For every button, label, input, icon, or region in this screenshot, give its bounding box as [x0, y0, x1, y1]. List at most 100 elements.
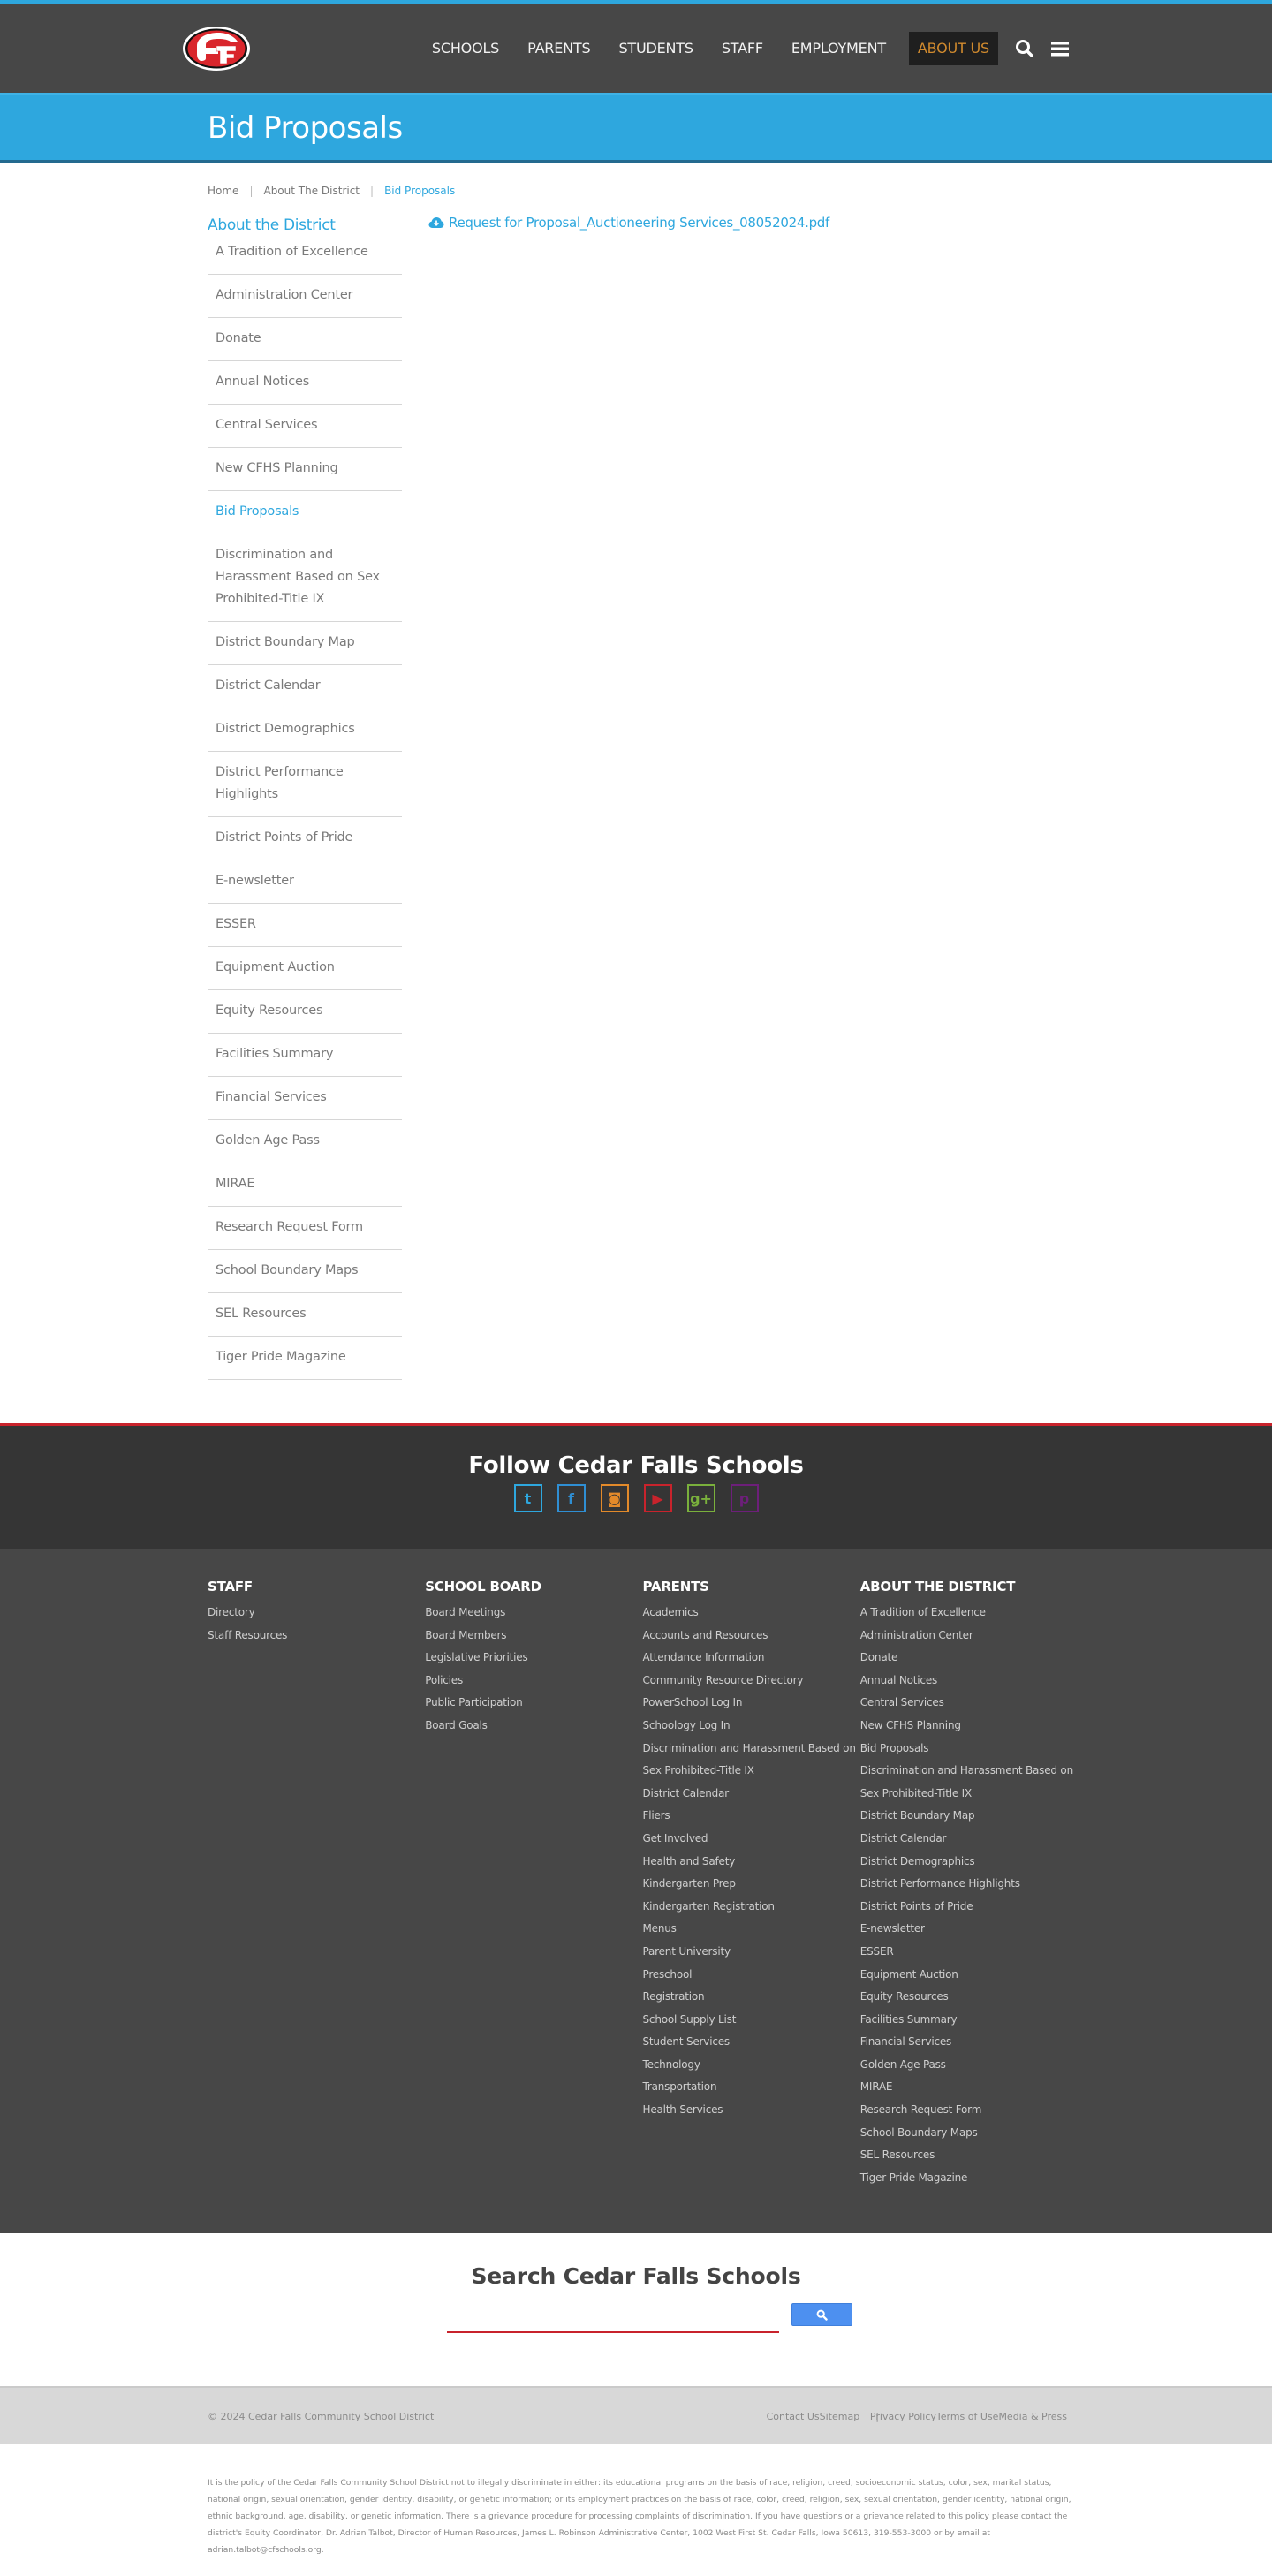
footer-link[interactable]: SEL Resources: [860, 2144, 1078, 2167]
footer-link[interactable]: Staff Resources: [208, 1625, 425, 1648]
footer-link[interactable]: Fliers: [643, 1805, 860, 1828]
sidebar-item[interactable]: School Boundary Maps: [208, 1250, 402, 1293]
footer-link[interactable]: Annual Notices: [860, 1670, 1078, 1693]
terms-of-use-link[interactable]: Terms of Use: [936, 2411, 999, 2422]
footer-link[interactable]: Preschool: [643, 1964, 860, 1987]
sidebar-item[interactable]: District Calendar: [208, 665, 402, 708]
sidebar-item[interactable]: Annual Notices: [208, 361, 402, 405]
footer-link[interactable]: A Tradition of Excellence: [860, 1602, 1078, 1625]
footer-link[interactable]: Research Request Form: [860, 2099, 1078, 2122]
footer-link[interactable]: PowerSchool Log In: [643, 1692, 860, 1715]
nav-students[interactable]: STUDENTS: [604, 32, 707, 65]
footer-link[interactable]: Financial Services: [860, 2031, 1078, 2054]
sidebar-item[interactable]: ESSER: [208, 904, 402, 947]
sidebar-item[interactable]: Financial Services: [208, 1077, 402, 1120]
sitemap-link[interactable]: Sitemap: [820, 2411, 860, 2422]
sidebar-item[interactable]: Central Services: [208, 405, 402, 448]
sidebar-item[interactable]: E-newsletter: [208, 860, 402, 904]
footer-link[interactable]: Parent University: [643, 1941, 860, 1964]
breadcrumb-about-the-district[interactable]: About The District: [263, 185, 360, 197]
footer-link[interactable]: Schoology Log In: [643, 1715, 860, 1738]
search-button[interactable]: [1007, 32, 1042, 65]
footer-link[interactable]: Get Involved: [643, 1828, 860, 1851]
nav-schools[interactable]: SCHOOLS: [418, 32, 513, 65]
sidebar-item[interactable]: Discrimination and Harassment Based on S…: [208, 534, 402, 622]
privacy-policy-link[interactable]: Privacy Policy: [870, 2411, 936, 2422]
footer-link[interactable]: Donate: [860, 1647, 1078, 1670]
footer-link[interactable]: Discrimination and Harassment Based on: [860, 1760, 1078, 1783]
footer-link[interactable]: District Boundary Map: [860, 1805, 1078, 1828]
search-submit-button[interactable]: [791, 2303, 852, 2327]
footer-link[interactable]: Public Participation: [425, 1692, 642, 1715]
footer-link[interactable]: New CFHS Planning: [860, 1715, 1078, 1738]
footer-link[interactable]: Equity Resources: [860, 1986, 1078, 2009]
footer-link[interactable]: District Points of Pride: [860, 1896, 1078, 1919]
breadcrumb-bid-proposals[interactable]: Bid Proposals: [384, 185, 455, 197]
footer-link[interactable]: Menus: [643, 1918, 860, 1941]
nav-staff[interactable]: STAFF: [708, 32, 777, 65]
footer-link[interactable]: Technology: [643, 2054, 860, 2077]
footer-link[interactable]: Registration: [643, 1986, 860, 2009]
sidebar-item[interactable]: District Boundary Map: [208, 622, 402, 665]
sidebar-item[interactable]: Equity Resources: [208, 990, 402, 1034]
footer-link[interactable]: Board Members: [425, 1625, 642, 1648]
footer-link[interactable]: School Supply List: [643, 2009, 860, 2032]
footer-link[interactable]: E-newsletter: [860, 1918, 1078, 1941]
footer-link[interactable]: Golden Age Pass: [860, 2054, 1078, 2077]
footer-link[interactable]: Sex Prohibited-Title IX: [643, 1760, 860, 1783]
footer-link[interactable]: Health Services: [643, 2099, 860, 2122]
youtube-icon[interactable]: ▶: [643, 1484, 672, 1512]
sidebar-item[interactable]: District Points of Pride: [208, 817, 402, 860]
menu-button[interactable]: [1042, 32, 1078, 65]
footer-link[interactable]: Facilities Summary: [860, 2009, 1078, 2032]
footer-link[interactable]: Directory: [208, 1602, 425, 1625]
document-link[interactable]: Request for Proposal_Auctioneering Servi…: [428, 215, 829, 231]
google-plus-icon[interactable]: g+: [686, 1484, 716, 1512]
footer-link[interactable]: District Performance Highlights: [860, 1873, 1078, 1896]
breadcrumb-home[interactable]: Home: [208, 185, 238, 197]
footer-link[interactable]: Kindergarten Prep: [643, 1873, 860, 1896]
sidebar-item[interactable]: Administration Center: [208, 275, 402, 318]
footer-link[interactable]: Kindergarten Registration: [643, 1896, 860, 1919]
sidebar-item[interactable]: MIRAE: [208, 1163, 402, 1207]
sidebar-item[interactable]: Tiger Pride Magazine: [208, 1337, 402, 1380]
sidebar-item[interactable]: Bid Proposals: [208, 491, 402, 534]
footer-link[interactable]: Equipment Auction: [860, 1964, 1078, 1987]
footer-link[interactable]: District Calendar: [643, 1783, 860, 1806]
sidebar-item[interactable]: Donate: [208, 318, 402, 361]
footer-link[interactable]: District Demographics: [860, 1851, 1078, 1874]
contact-us-link[interactable]: Contact Us: [767, 2411, 820, 2422]
footer-link[interactable]: Central Services: [860, 1692, 1078, 1715]
sidebar-item[interactable]: District Demographics: [208, 708, 402, 752]
footer-link[interactable]: Academics: [643, 1602, 860, 1625]
media-press-link[interactable]: Media & Press: [998, 2411, 1067, 2422]
sidebar-item[interactable]: Facilities Summary: [208, 1034, 402, 1077]
nav-employment[interactable]: EMPLOYMENT: [777, 32, 900, 65]
footer-link[interactable]: MIRAE: [860, 2076, 1078, 2099]
sidebar-item[interactable]: A Tradition of Excellence: [208, 241, 402, 275]
nav-parents[interactable]: PARENTS: [513, 32, 604, 65]
logo-link[interactable]: [181, 25, 252, 72]
footer-link[interactable]: Health and Safety: [643, 1851, 860, 1874]
sidebar-item[interactable]: District Performance Highlights: [208, 752, 402, 817]
footer-link[interactable]: Board Meetings: [425, 1602, 642, 1625]
footer-link[interactable]: Administration Center: [860, 1625, 1078, 1648]
footer-link[interactable]: Sex Prohibited-Title IX: [860, 1783, 1078, 1806]
footer-link[interactable]: Board Goals: [425, 1715, 642, 1738]
sidebar-item[interactable]: New CFHS Planning: [208, 448, 402, 491]
facebook-icon[interactable]: f: [556, 1484, 586, 1512]
footer-link[interactable]: Student Services: [643, 2031, 860, 2054]
search-input[interactable]: [446, 2307, 779, 2334]
footer-link[interactable]: Discrimination and Harassment Based on: [643, 1738, 860, 1761]
sidebar-title[interactable]: About the District: [208, 213, 402, 241]
sidebar-item[interactable]: Equipment Auction: [208, 947, 402, 990]
twitter-icon[interactable]: t: [513, 1484, 542, 1512]
footer-link[interactable]: School Boundary Maps: [860, 2122, 1078, 2145]
sidebar-item[interactable]: Golden Age Pass: [208, 1120, 402, 1163]
instagram-icon[interactable]: ◙: [600, 1484, 629, 1512]
footer-link[interactable]: District Calendar: [860, 1828, 1078, 1851]
footer-link[interactable]: Attendance Information: [643, 1647, 860, 1670]
sidebar-item[interactable]: Research Request Form: [208, 1207, 402, 1250]
pinterest-icon[interactable]: p: [730, 1484, 759, 1512]
footer-link[interactable]: Policies: [425, 1670, 642, 1693]
